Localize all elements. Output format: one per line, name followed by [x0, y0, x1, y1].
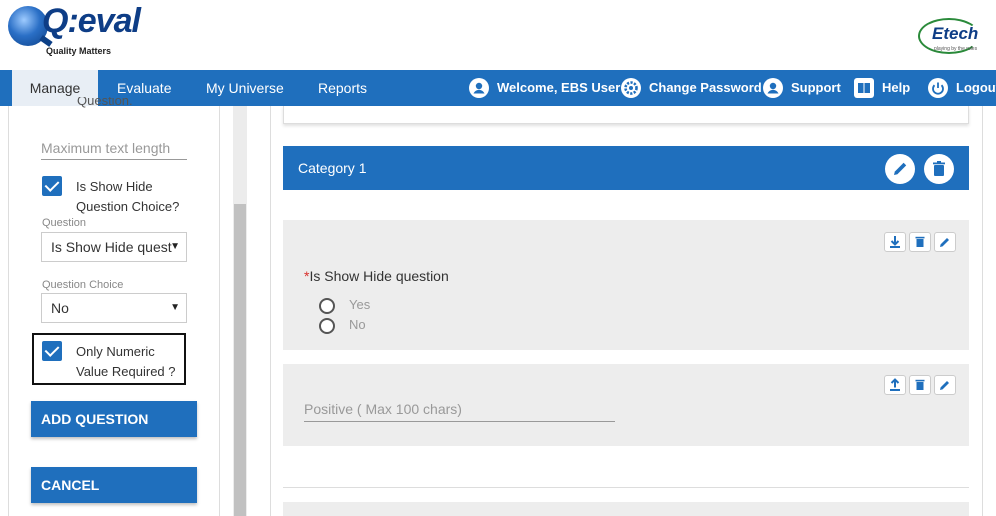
gear-icon — [621, 78, 641, 98]
show-hide-checkbox[interactable] — [42, 176, 62, 196]
block-divider — [283, 487, 969, 488]
show-hide-label: Is Show Hide Question Choice? — [76, 177, 179, 217]
question-choice-value: No — [51, 300, 69, 316]
only-numeric-label-line1: Only Numeric — [76, 344, 155, 359]
welcome-user[interactable]: Welcome, EBS User — [469, 70, 620, 106]
question-choice-label: Question Choice — [42, 279, 124, 291]
panel-scrollbar-thumb[interactable] — [234, 204, 246, 516]
max-text-length-input[interactable]: Maximum text length — [41, 136, 187, 160]
content-divider — [982, 106, 983, 516]
delete-question-button[interactable] — [909, 232, 931, 252]
chevron-down-icon: ▼ — [170, 241, 180, 252]
edit-question-button[interactable] — [934, 232, 956, 252]
power-icon — [928, 78, 948, 98]
positive-comment-input[interactable]: Positive ( Max 100 chars) — [304, 396, 615, 422]
question-block — [283, 220, 969, 350]
question-block — [283, 502, 969, 516]
help-label: Help — [882, 80, 911, 95]
pencil-icon — [940, 381, 949, 390]
help-link[interactable]: Help — [854, 70, 910, 106]
book-icon — [854, 78, 874, 98]
question-select[interactable]: Is Show Hide quest ▼ — [41, 232, 187, 262]
question-select-value: Is Show Hide quest — [51, 239, 172, 255]
download-icon — [890, 236, 900, 248]
previous-card — [283, 106, 969, 124]
only-numeric-label: Only Numeric Value Required ? — [76, 342, 176, 382]
trash-icon — [933, 161, 945, 176]
main-nav: Manage Evaluate My Universe Reports Welc… — [0, 70, 996, 106]
radio-no[interactable] — [319, 318, 335, 334]
qeval-logo[interactable]: Q:eval Quality Matters — [6, 2, 141, 60]
panel-divider — [8, 106, 9, 516]
nav-tab-reports[interactable]: Reports — [318, 70, 367, 106]
welcome-text: Welcome, EBS User — [497, 80, 621, 95]
app-header: Q:eval Quality Matters Etech playing by … — [0, 0, 996, 70]
positive-comment-placeholder: Positive ( Max 100 chars) — [304, 401, 462, 417]
max-text-length-placeholder: Maximum text length — [41, 140, 171, 156]
logo-text: Q:eval — [42, 2, 141, 40]
show-hide-label-line1: Is Show Hide — [76, 179, 153, 194]
add-question-button[interactable]: ADD QUESTION — [31, 401, 197, 437]
trash-icon — [915, 236, 925, 247]
cancel-button[interactable]: CANCEL — [31, 467, 197, 503]
category-title: Category 1 — [298, 160, 367, 176]
logout-link[interactable]: Logout — [928, 70, 996, 106]
content-divider — [270, 106, 271, 516]
etech-logo: Etech playing by the rules — [918, 16, 982, 56]
radio-yes[interactable] — [319, 298, 335, 314]
cut-off-label: Question. — [77, 97, 133, 108]
panel-divider — [219, 106, 220, 516]
radio-yes-label: Yes — [349, 297, 371, 312]
support-link[interactable]: Support — [763, 70, 841, 106]
nav-tab-my-universe[interactable]: My Universe — [206, 70, 284, 106]
delete-category-button[interactable] — [924, 154, 954, 184]
user-icon — [469, 78, 489, 98]
upload-icon — [890, 378, 900, 391]
pencil-icon — [894, 162, 907, 175]
pencil-icon — [940, 238, 949, 247]
change-password-link[interactable]: Change Password — [621, 70, 762, 106]
edit-question-button[interactable] — [934, 375, 956, 395]
support-icon — [763, 78, 783, 98]
logout-label: Logout — [956, 80, 996, 95]
category-header: Category 1 — [283, 146, 969, 190]
etech-tagline: playing by the rules — [934, 46, 978, 52]
question-text: *Is Show Hide question — [304, 268, 449, 284]
change-password-label: Change Password — [649, 80, 762, 95]
radio-no-label: No — [349, 317, 366, 332]
show-hide-label-line2: Question Choice? — [76, 199, 180, 214]
delete-question-button[interactable] — [909, 375, 931, 395]
question-choice-select[interactable]: No ▼ — [41, 293, 187, 323]
question-text-label: Is Show Hide question — [309, 268, 449, 284]
download-button[interactable] — [884, 232, 906, 252]
etech-logo-text: Etech — [932, 24, 979, 43]
question-select-label: Question — [42, 217, 87, 229]
logo-tagline: Quality Matters — [46, 46, 112, 56]
only-numeric-label-line2: Value Required ? — [76, 364, 176, 379]
upload-button[interactable] — [884, 375, 906, 395]
chevron-down-icon: ▼ — [170, 302, 180, 313]
only-numeric-checkbox[interactable] — [42, 341, 62, 361]
edit-category-button[interactable] — [885, 154, 915, 184]
trash-icon — [915, 379, 925, 390]
support-label: Support — [791, 80, 841, 95]
